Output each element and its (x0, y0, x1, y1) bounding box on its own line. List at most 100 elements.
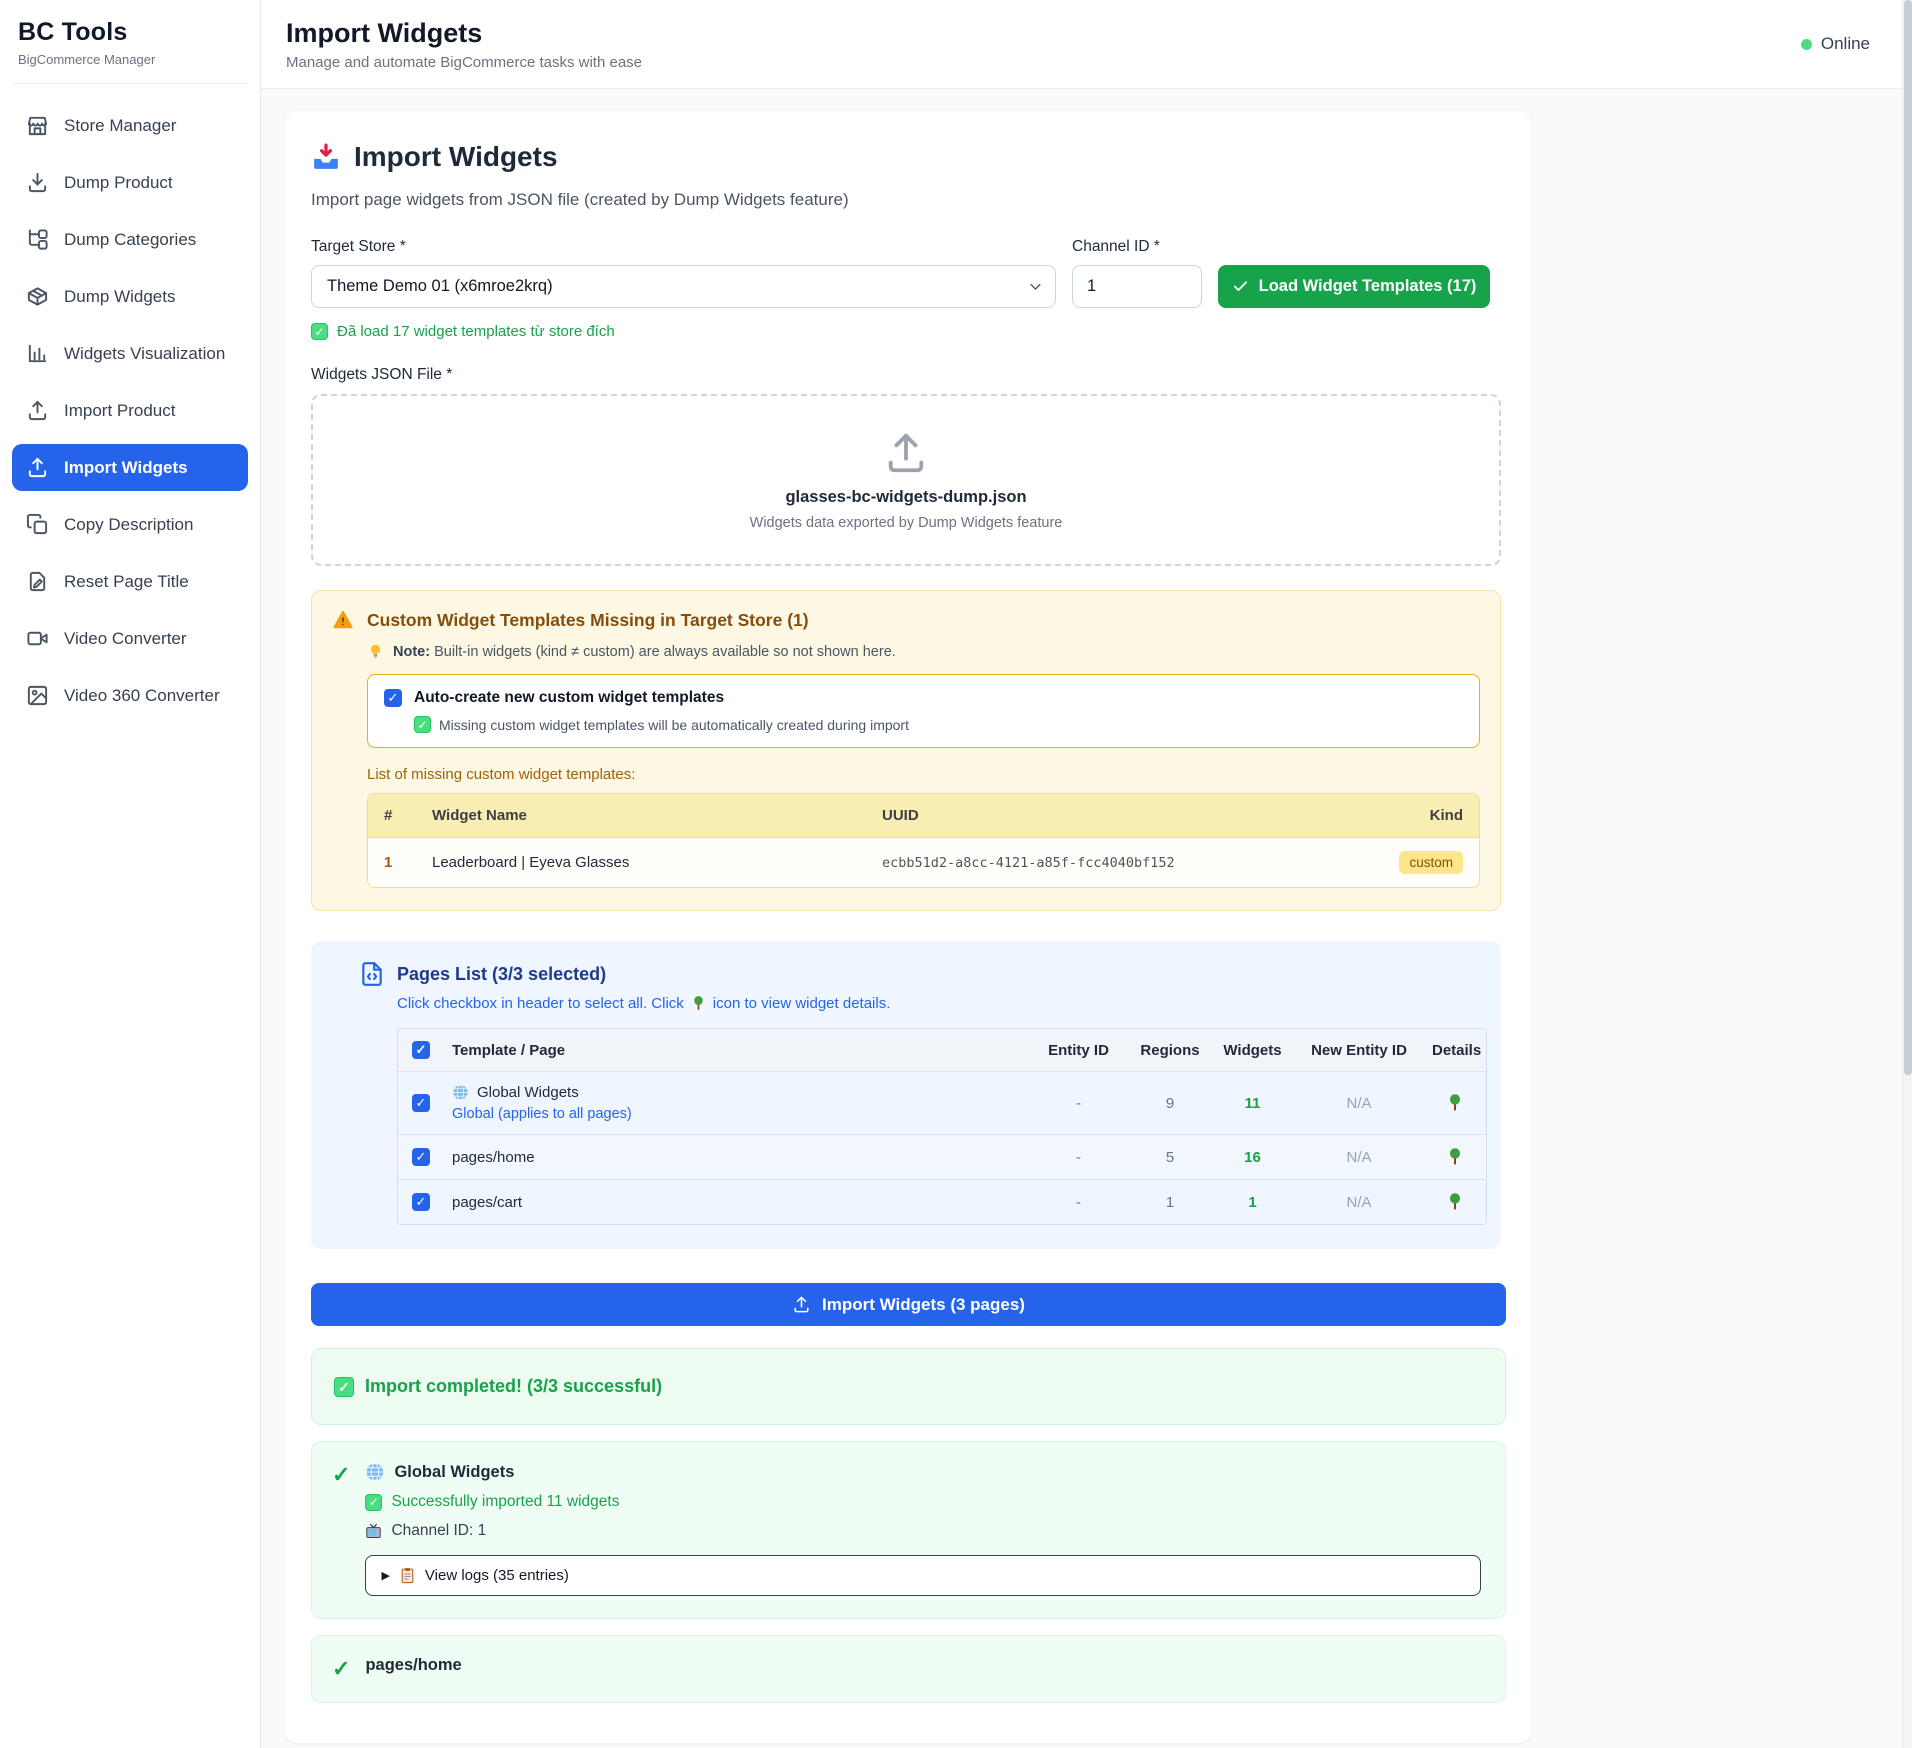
green-check-icon: ✓ (414, 716, 431, 733)
top-bar: Import Widgets Manage and automate BigCo… (261, 0, 1912, 89)
view-logs-label: View logs (35 entries) (425, 1567, 569, 1584)
row-widget-name: Leaderboard | Eyeva Glasses (432, 854, 882, 871)
chevron-down-icon (1028, 279, 1043, 294)
channel-id-label: Channel ID * (1072, 238, 1202, 256)
sidebar-item-dump-product[interactable]: Dump Product (12, 159, 248, 206)
dropzone-hint: Widgets data exported by Dump Widgets fe… (750, 515, 1063, 531)
row-page-name: Global Widgets (477, 1084, 579, 1101)
view-logs-toggle[interactable]: ▶ View logs (35 entries) (365, 1555, 1481, 1596)
col-template-page: Template / Page (444, 1030, 1028, 1071)
col-regions: Regions (1129, 1030, 1211, 1071)
auto-create-checkbox[interactable]: ✓ (384, 689, 402, 707)
select-all-checkbox[interactable]: ✓ (412, 1041, 430, 1059)
sidebar-item-label: Widgets Visualization (64, 344, 225, 364)
sidebar-item-label: Copy Description (64, 515, 193, 535)
app-window: BC Tools BigCommerce Manager Store Manag… (0, 0, 1912, 1748)
row-uuid: ecbb51d2-a8cc-4121-a85f-fcc4040bf152 (882, 855, 1373, 871)
target-store-label: Target Store * (311, 238, 1056, 256)
table-row-pages-home: ✓ pages/home - 5 16 N/A (398, 1134, 1486, 1179)
sidebar-item-video-converter[interactable]: Video Converter (12, 615, 248, 662)
col-new-entity-id: New Entity ID (1294, 1030, 1424, 1071)
missing-list-label: List of missing custom widget templates: (367, 766, 1480, 783)
load-widget-templates-button[interactable]: Load Widget Templates (17) (1218, 265, 1490, 308)
col-widgets: Widgets (1211, 1030, 1294, 1071)
col-details: Details (1424, 1030, 1487, 1071)
sidebar-item-label: Video 360 Converter (64, 686, 220, 706)
copy-icon (26, 513, 49, 536)
app-logo: BC Tools BigCommerce Manager (12, 18, 248, 84)
channel-id-input[interactable] (1072, 265, 1202, 308)
result-title: Global Widgets (394, 1463, 514, 1482)
sidebar-item-reset-page-title[interactable]: Reset Page Title (12, 558, 248, 605)
row-checkbox[interactable]: ✓ (412, 1193, 430, 1211)
globe-icon (452, 1084, 469, 1101)
table-row: 1 Leaderboard | Eyeva Glasses ecbb51d2-a… (368, 837, 1479, 887)
sidebar-item-copy-description[interactable]: Copy Description (12, 501, 248, 548)
result-success-line: ✓ Successfully imported 11 widgets (365, 1493, 1481, 1511)
card-title: Import Widgets (354, 141, 558, 173)
sidebar-item-widgets-visualization[interactable]: Widgets Visualization (12, 330, 248, 377)
load-success-message: ✓ Đã load 17 widget templates từ store đ… (311, 323, 1501, 340)
green-check-icon: ✓ (311, 323, 328, 340)
result-pages-home: ✓ pages/home (311, 1635, 1506, 1703)
inbox-tray-icon (311, 142, 341, 172)
tree-details-button[interactable] (1445, 1192, 1465, 1212)
sidebar-item-label: Dump Product (64, 173, 173, 193)
card-title-row: Import Widgets (311, 141, 1501, 173)
sidebar-item-label: Import Widgets (64, 458, 188, 478)
row-entity-id: - (1028, 1137, 1129, 1178)
row-widgets: 1 (1211, 1182, 1294, 1223)
row-page-subtitle: Global (applies to all pages) (452, 1106, 632, 1122)
sidebar-item-label: Reset Page Title (64, 572, 189, 592)
row-checkbox[interactable]: ✓ (412, 1148, 430, 1166)
auto-create-box: ✓ Auto-create new custom widget template… (367, 674, 1480, 748)
tree-details-button[interactable] (1445, 1093, 1465, 1113)
caret-right-icon: ▶ (381, 1569, 389, 1582)
sidebar-item-label: Store Manager (64, 116, 176, 136)
col-num: # (384, 807, 432, 824)
uploaded-file-name: glasses-bc-widgets-dump.json (785, 488, 1026, 507)
lightbulb-icon (367, 643, 384, 660)
document-pen-icon (26, 570, 49, 593)
content-area: Import Widgets Import page widgets from … (261, 89, 1912, 1743)
check-icon (1232, 278, 1249, 295)
row-entity-id: - (1028, 1182, 1129, 1223)
scrollbar-thumb[interactable] (1904, 0, 1912, 1075)
pages-list-title: Pages List (3/3 selected) (397, 964, 606, 985)
import-widgets-card: Import Widgets Import page widgets from … (285, 111, 1531, 1743)
target-store-select[interactable]: Theme Demo 01 (x6mroe2krq) (311, 265, 1056, 308)
tree-details-button[interactable] (1445, 1147, 1465, 1167)
row-entity-id: - (1028, 1083, 1129, 1124)
sidebar-item-dump-widgets[interactable]: Dump Widgets (12, 273, 248, 320)
sidebar-item-dump-categories[interactable]: Dump Categories (12, 216, 248, 263)
bar-chart-icon (26, 342, 49, 365)
pages-list-header: Pages List (3/3 selected) (359, 961, 1483, 987)
status-label: Online (1821, 34, 1870, 54)
result-global-widgets: ✓ Global Widgets ✓ Successfully imported… (311, 1441, 1506, 1619)
sidebar-item-label: Video Converter (64, 629, 187, 649)
col-uuid: UUID (882, 807, 1373, 824)
widgets-json-file-label: Widgets JSON File * (311, 366, 1501, 384)
sidebar-item-store-manager[interactable]: Store Manager (12, 102, 248, 149)
row-regions: 5 (1129, 1137, 1211, 1178)
download-icon (26, 171, 49, 194)
warning-triangle-icon (332, 609, 354, 631)
sidebar-item-import-widgets[interactable]: Import Widgets (12, 444, 248, 491)
sidebar-item-video-360-converter[interactable]: Video 360 Converter (12, 672, 248, 719)
warning-note: Note: Built-in widgets (kind ≠ custom) a… (367, 643, 1480, 660)
missing-table-header: # Widget Name UUID Kind (368, 794, 1479, 837)
result-channel-line: Channel ID: 1 (365, 1522, 1481, 1540)
row-new-entity-id: N/A (1294, 1083, 1424, 1124)
table-row-pages-cart: ✓ pages/cart - 1 1 N/A (398, 1179, 1486, 1224)
page-subtitle: Manage and automate BigCommerce tasks wi… (286, 54, 642, 71)
file-dropzone[interactable]: glasses-bc-widgets-dump.json Widgets dat… (311, 394, 1501, 566)
import-widgets-button[interactable]: Import Widgets (3 pages) (311, 1283, 1506, 1326)
col-entity-id: Entity ID (1028, 1030, 1129, 1071)
video-icon (26, 627, 49, 650)
scrollbar[interactable] (1902, 0, 1912, 1748)
sidebar-nav: Store Manager Dump Product Dump Categori… (12, 102, 248, 719)
row-checkbox[interactable]: ✓ (412, 1094, 430, 1112)
globe-icon (365, 1462, 385, 1482)
sidebar-item-import-product[interactable]: Import Product (12, 387, 248, 434)
hierarchy-icon (26, 228, 49, 251)
